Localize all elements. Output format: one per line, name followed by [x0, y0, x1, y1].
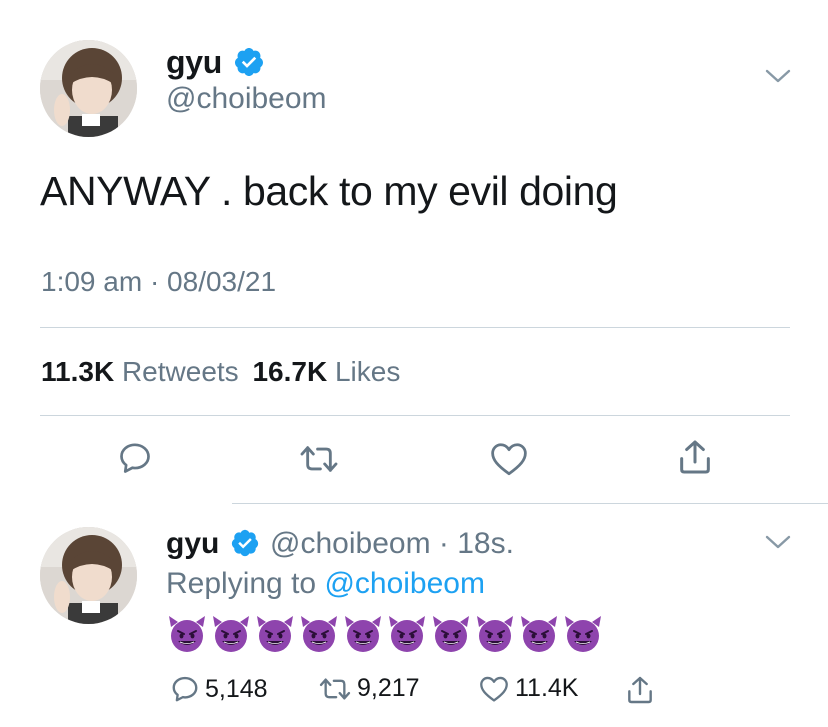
like-button[interactable] [489, 441, 529, 477]
divider [40, 415, 790, 416]
share-icon [680, 440, 710, 474]
reply-text [166, 614, 604, 654]
replying-mention[interactable]: @choibeom [324, 567, 485, 600]
retweets-count[interactable]: 11.3K [41, 356, 114, 387]
replying-to: Replying to @choibeom [166, 567, 485, 601]
smiling-face-with-horns-icon [430, 614, 472, 654]
share-icon [628, 676, 652, 704]
verified-badge-icon [233, 46, 265, 83]
like-icon [491, 443, 527, 476]
smiling-face-with-horns-icon [562, 614, 604, 654]
reply-header: gyu @choibeom · 18s. [166, 527, 514, 566]
reply-author-avatar[interactable] [40, 527, 137, 624]
replying-prefix: Replying to [166, 567, 317, 600]
like-icon [480, 676, 508, 702]
tweet-stats: 11.3K Retweets 16.7K Likes [41, 356, 400, 388]
retweet-icon [300, 446, 338, 472]
like-count: 11.4K [515, 674, 579, 702]
divider [232, 503, 828, 504]
retweet-icon [319, 678, 351, 699]
smiling-face-with-horns-icon [210, 614, 252, 654]
author-handle[interactable]: @choibeom [166, 82, 327, 116]
chevron-down-icon[interactable] [764, 532, 792, 557]
tweet-text: ANYWAY . back to my evil doing [40, 168, 618, 214]
reply-count: 5,148 [205, 674, 268, 703]
reply-author-handle[interactable]: @choibeom [270, 527, 431, 560]
reply-author-name[interactable]: gyu [166, 527, 219, 560]
likes-label[interactable]: Likes [335, 356, 400, 387]
reply-age: · 18s. [438, 527, 514, 560]
reply-icon [172, 676, 198, 702]
smiling-face-with-horns-icon [386, 614, 428, 654]
smiling-face-with-horns-icon [254, 614, 296, 654]
smiling-face-with-horns-icon [474, 614, 516, 654]
smiling-face-with-horns-icon [298, 614, 340, 654]
likes-count[interactable]: 16.7K [252, 356, 327, 387]
retweet-count: 9,217 [357, 674, 420, 702]
reply-share-button[interactable] [624, 674, 656, 706]
reply-icon [120, 443, 150, 473]
retweets-label[interactable]: Retweets [122, 356, 239, 387]
chevron-down-icon[interactable] [764, 66, 792, 91]
smiling-face-with-horns-icon [166, 614, 208, 654]
reply-reply-button[interactable]: 5,148 [170, 674, 268, 704]
share-button[interactable] [675, 437, 715, 477]
author-avatar[interactable] [40, 40, 137, 137]
verified-badge-icon [230, 528, 260, 566]
author-name[interactable]: gyu [166, 44, 222, 81]
reply-like-button[interactable]: 11.4K [478, 674, 578, 703]
divider [40, 327, 790, 328]
smiling-face-with-horns-icon [342, 614, 384, 654]
retweet-button[interactable] [299, 442, 339, 476]
reply-retweet-button[interactable]: 9,217 [318, 674, 420, 703]
smiling-face-with-horns-icon [518, 614, 560, 654]
tweet-timestamp[interactable]: 1:09 am · 08/03/21 [41, 266, 276, 298]
reply-button[interactable] [117, 440, 153, 476]
